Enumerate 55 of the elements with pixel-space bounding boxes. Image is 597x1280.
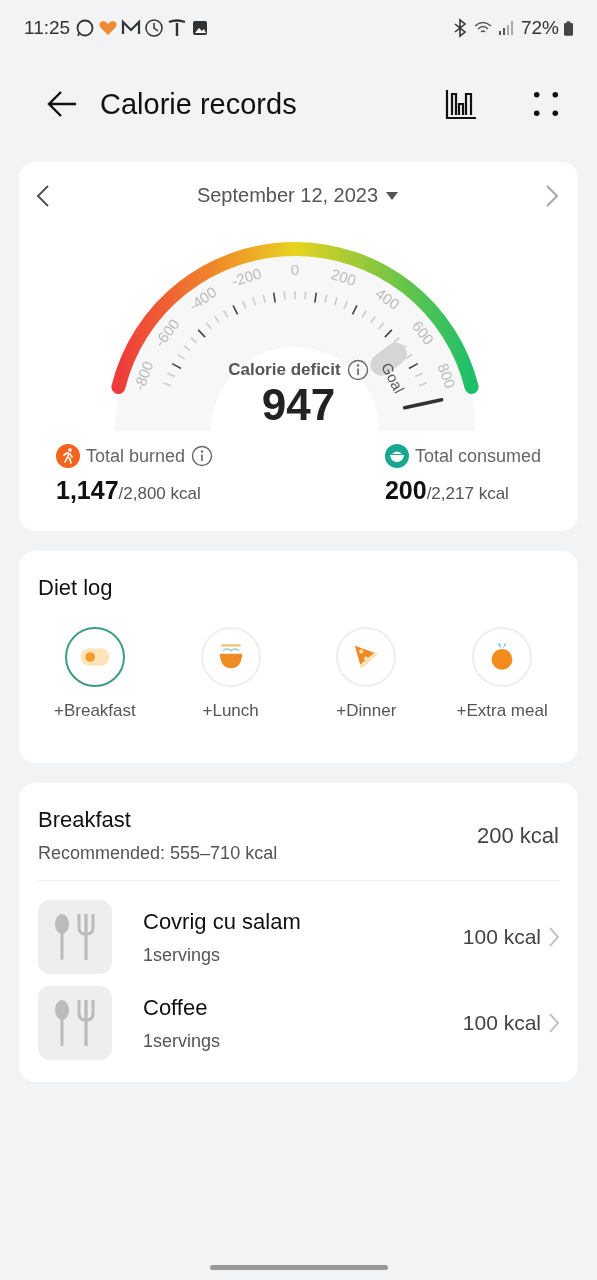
food-name: Coffee: [143, 994, 209, 1021]
info-icon[interactable]: [346, 359, 369, 381]
add-meal-button[interactable]: +Dinner: [298, 627, 435, 721]
deficit-value: 947: [261, 381, 336, 430]
food-list-item[interactable]: Coffee 1servings 100 kcal: [38, 986, 559, 1060]
chevron-right-icon: [549, 927, 559, 947]
food-kcal: 100 kcal: [462, 925, 541, 949]
stat-label: Total consumed: [414, 445, 541, 467]
running-icon: [56, 444, 80, 468]
date-selector[interactable]: September 12, 2023: [192, 182, 403, 209]
page-title: Calorie records: [100, 87, 297, 121]
stat-target: /2,217 kcal: [426, 484, 509, 503]
back-arrow-icon[interactable]: [46, 90, 78, 118]
status-time: 11:25: [24, 17, 71, 39]
add-meal-button[interactable]: +Breakfast: [27, 627, 163, 721]
gauge-tick-label: 800: [434, 361, 460, 391]
chat-icon: [75, 18, 96, 38]
food-kcal: 100 kcal: [462, 1011, 541, 1035]
gauge-tick-label: 0: [290, 260, 300, 278]
food-list-item[interactable]: Covrig cu salam 1servings 100 kcal: [38, 900, 559, 974]
utensils-icon: [38, 900, 112, 974]
utensils-icon: [38, 986, 112, 1060]
stat-target: /2,800 kcal: [118, 484, 201, 503]
gauge-tick-label: 200: [329, 265, 359, 289]
goal-label: Goal: [378, 359, 408, 396]
bowl-icon: [384, 444, 409, 468]
recommended-range: Recommended: 555–710 kcal: [38, 843, 278, 864]
stat-label: Total burned: [86, 445, 186, 467]
add-meal-button[interactable]: +Extra meal: [434, 627, 570, 721]
battery-icon: [564, 20, 573, 36]
gauge-tick-label: 600: [408, 317, 438, 348]
heart-icon: [98, 18, 119, 38]
gauge-tick-label: 400: [372, 284, 403, 313]
bar-chart-icon[interactable]: [445, 88, 477, 120]
previous-day-icon[interactable]: [37, 184, 49, 207]
caret-icon: [386, 191, 399, 200]
gauge-tick-label: -400: [185, 283, 220, 315]
chevron-right-icon: [549, 1013, 559, 1033]
section-title: Breakfast: [38, 807, 132, 833]
info-icon[interactable]: [191, 445, 214, 467]
food-name: Covrig cu salam: [143, 908, 302, 935]
section-title: Diet log: [37, 575, 113, 601]
battery-level: 72%: [520, 17, 559, 39]
car-logo-icon: [167, 18, 188, 38]
meal-total-kcal: 200 kcal: [477, 822, 559, 849]
food-servings: 1servings: [143, 944, 222, 966]
gauge-tick-label: -200: [229, 264, 264, 290]
add-meal-button[interactable]: +Lunch: [162, 627, 299, 721]
stat-value: 1,147: [56, 476, 119, 504]
gauge-tick-label: -800: [130, 358, 157, 393]
food-servings: 1servings: [143, 1030, 222, 1052]
clock-icon: [144, 18, 165, 38]
deficit-label: Calorie deficit: [228, 360, 341, 380]
stat-value: 200: [384, 476, 427, 504]
more-options-icon[interactable]: [533, 91, 559, 117]
